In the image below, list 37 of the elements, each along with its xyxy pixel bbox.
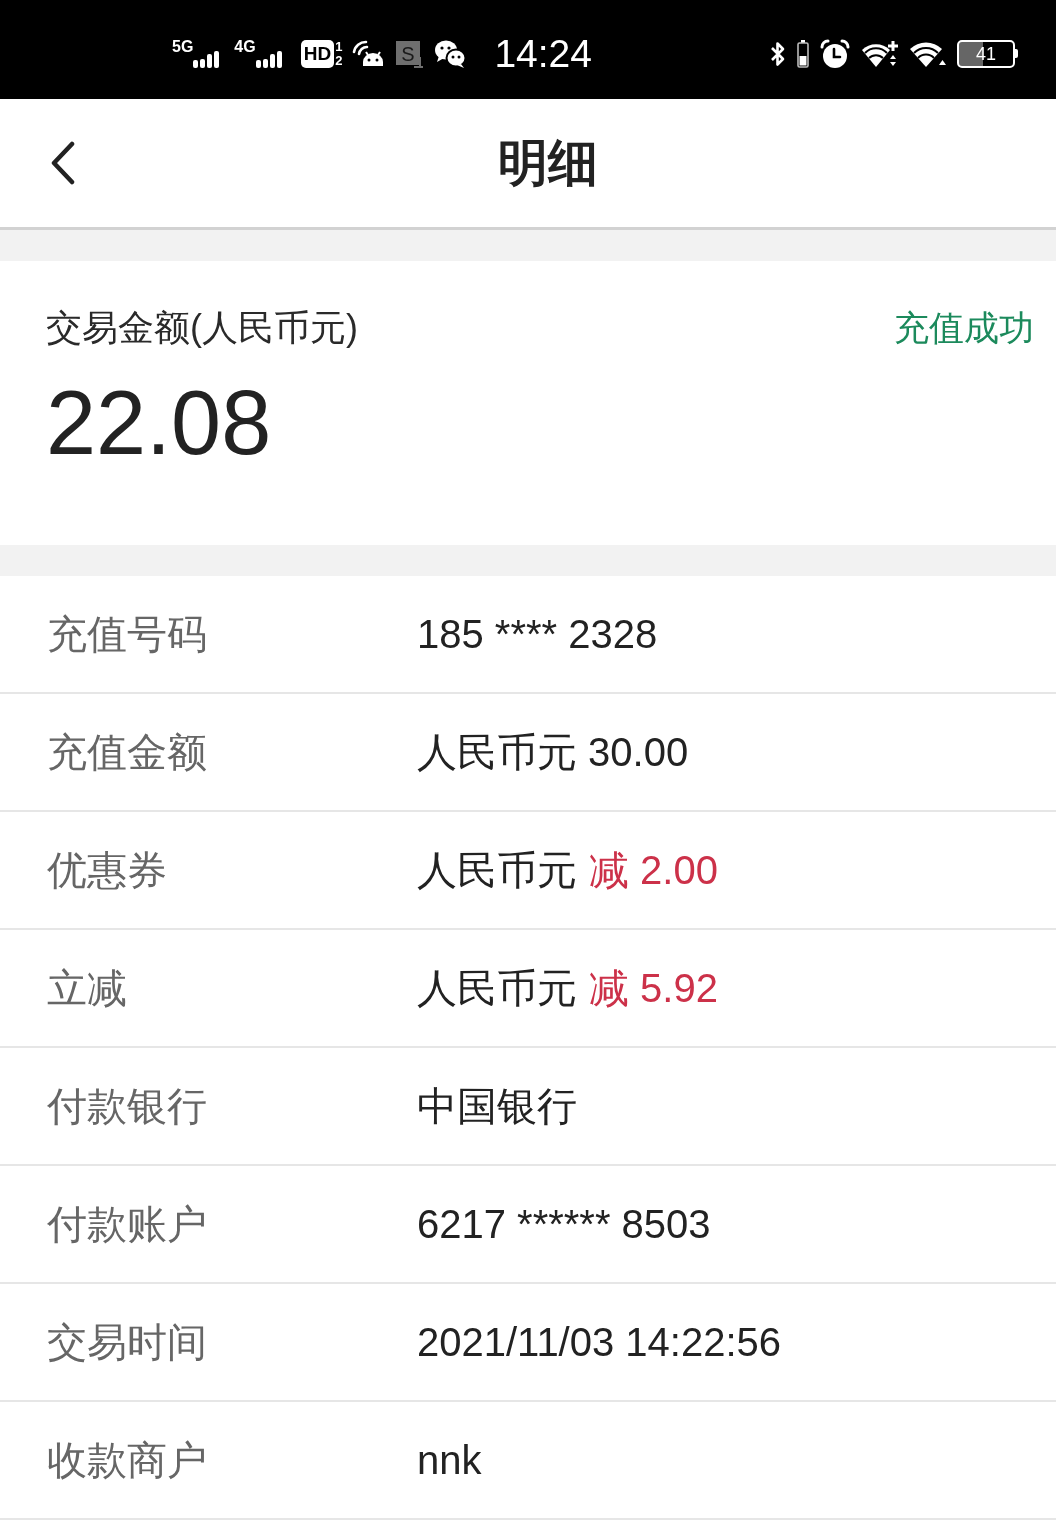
hd-badge: HD xyxy=(300,39,335,68)
status-text: 充值成功 xyxy=(894,307,1034,349)
detail-value: 中国银行 xyxy=(417,1083,577,1130)
detail-value: 6217 ****** 8503 xyxy=(417,1201,711,1248)
detail-label: 立减 xyxy=(47,965,128,1012)
amount-value: 22.08 xyxy=(46,373,273,473)
wifi-plus-icon xyxy=(861,38,899,69)
alarm-clock-icon xyxy=(819,38,851,69)
detail-value: nnk xyxy=(417,1437,482,1484)
signal-icon xyxy=(193,51,221,68)
small-battery-icon xyxy=(797,38,809,69)
detail-value: 185 **** 2328 xyxy=(417,611,658,658)
detail-value: 人民币元 xyxy=(417,847,577,894)
network-label: 4G xyxy=(234,39,256,55)
deduction-amount: 减 2.00 xyxy=(589,847,718,894)
detail-label: 付款银行 xyxy=(47,1083,208,1130)
detail-label: 收款商户 xyxy=(47,1437,208,1484)
signal-icon xyxy=(255,51,283,68)
sim-label: 2 xyxy=(335,53,343,68)
android-wifi-icon xyxy=(352,39,385,68)
detail-label: 优惠券 xyxy=(47,847,168,894)
battery-indicator: 41 xyxy=(957,39,1018,68)
clock-time: 14:24 xyxy=(494,31,592,76)
deduction-amount: 减 5.92 xyxy=(589,965,718,1012)
network-label: 5G xyxy=(172,39,194,55)
page-title: 明细 xyxy=(498,134,598,193)
detail-label: 充值号码 xyxy=(47,611,208,658)
detail-label: 充值金额 xyxy=(47,729,208,776)
chat-bubbles-icon xyxy=(434,38,467,69)
detail-label: 交易时间 xyxy=(47,1319,208,1366)
detail-label: 付款账户 xyxy=(47,1201,208,1248)
detail-value: 2021/11/03 14:22:56 xyxy=(417,1319,782,1366)
detail-value: 人民币元 xyxy=(417,965,577,1012)
detail-value: 人民币元 30.00 xyxy=(417,729,689,776)
chevron-left-icon xyxy=(50,141,76,185)
sim-label: 1 xyxy=(335,39,343,54)
amount-label: 交易金额(人民币元) xyxy=(46,306,358,350)
